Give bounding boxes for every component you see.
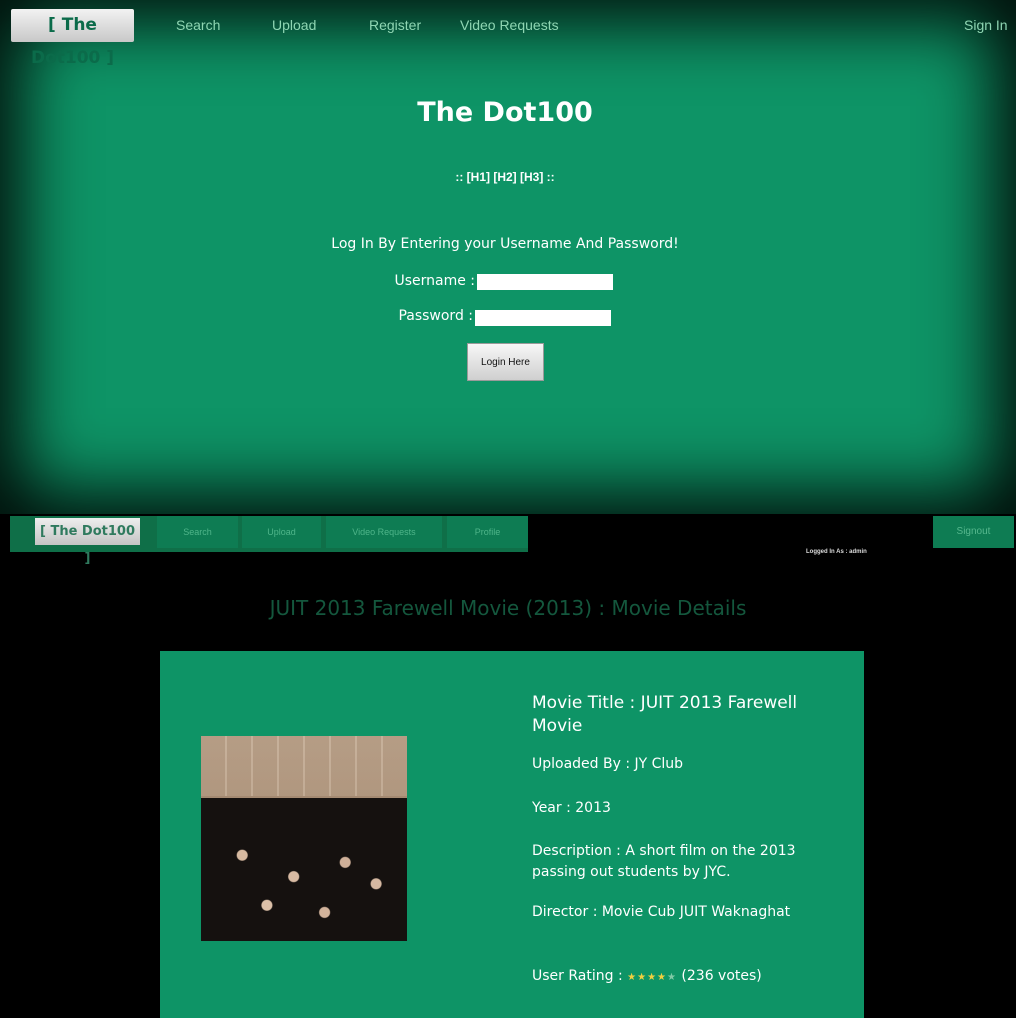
poster-crowd — [201, 798, 407, 941]
login-prompt: Log In By Entering your Username And Pas… — [331, 236, 679, 252]
nav-upload-link[interactable]: Upload — [272, 17, 316, 33]
star-icon[interactable]: ★ — [627, 972, 637, 983]
signout-button[interactable]: Signout — [933, 516, 1014, 548]
user-rating: User Rating : ★★★★★ (236 votes) — [532, 966, 832, 988]
rating-stars[interactable]: ★★★★★ — [627, 972, 677, 983]
nav-sign-in-link[interactable]: Sign In — [964, 17, 1008, 33]
rating-votes: (236 votes) — [681, 968, 762, 984]
star-icon[interactable]: ★ — [657, 972, 667, 983]
movie-director: Director : Movie Cub JUIT Waknaghat — [532, 904, 791, 920]
username-label: Username : — [394, 273, 475, 289]
star-icon[interactable]: ★ — [637, 972, 647, 983]
login-page: [ The Dot100 ] Search Upload Register Vi… — [0, 0, 1016, 514]
movie-year: Year : 2013 — [532, 800, 611, 816]
movie-description: Description : A short film on the 2013 p… — [532, 843, 796, 880]
nav-video-requests-link[interactable]: Video Requests — [460, 17, 559, 33]
star-icon[interactable]: ★ — [667, 972, 677, 983]
movie-details-card: Movie Title : JUIT 2013 Farewell Movie U… — [160, 651, 864, 1018]
password-label: Password : — [398, 308, 473, 324]
heading-links[interactable]: :: [H1] [H2] [H3] :: — [0, 170, 1010, 184]
nav-search-button[interactable]: Search — [157, 516, 238, 548]
movie-title: Movie Title : JUIT 2013 Farewell Movie — [532, 693, 798, 736]
logged-in-status: Logged In As : admin — [806, 549, 867, 555]
movie-details-heading: JUIT 2013 Farewell Movie (2013) : Movie … — [269, 596, 747, 620]
poster-background — [201, 736, 407, 796]
nav-register-link[interactable]: Register — [369, 17, 421, 33]
movie-poster — [201, 736, 407, 941]
password-input[interactable] — [475, 310, 611, 326]
nav-search-link[interactable]: Search — [176, 17, 220, 33]
rating-label: User Rating : — [532, 968, 623, 984]
uploaded-by: Uploaded By : JY Club — [532, 756, 684, 772]
login-button[interactable]: Login Here — [467, 343, 544, 381]
nav-upload-button[interactable]: Upload — [242, 516, 321, 548]
nav-video-requests-button[interactable]: Video Requests — [326, 516, 442, 548]
nav-profile-button[interactable]: Profile — [447, 516, 528, 548]
movie-details-page: [ The Dot100 ] Search Upload Video Reque… — [0, 514, 1016, 1018]
site-logo[interactable]: [ The Dot100 ] — [11, 9, 134, 68]
star-icon[interactable]: ★ — [647, 972, 657, 983]
page-title: The Dot100 — [417, 97, 593, 128]
site-logo[interactable]: [ The Dot100 ] — [35, 518, 140, 566]
username-input[interactable] — [477, 274, 613, 290]
